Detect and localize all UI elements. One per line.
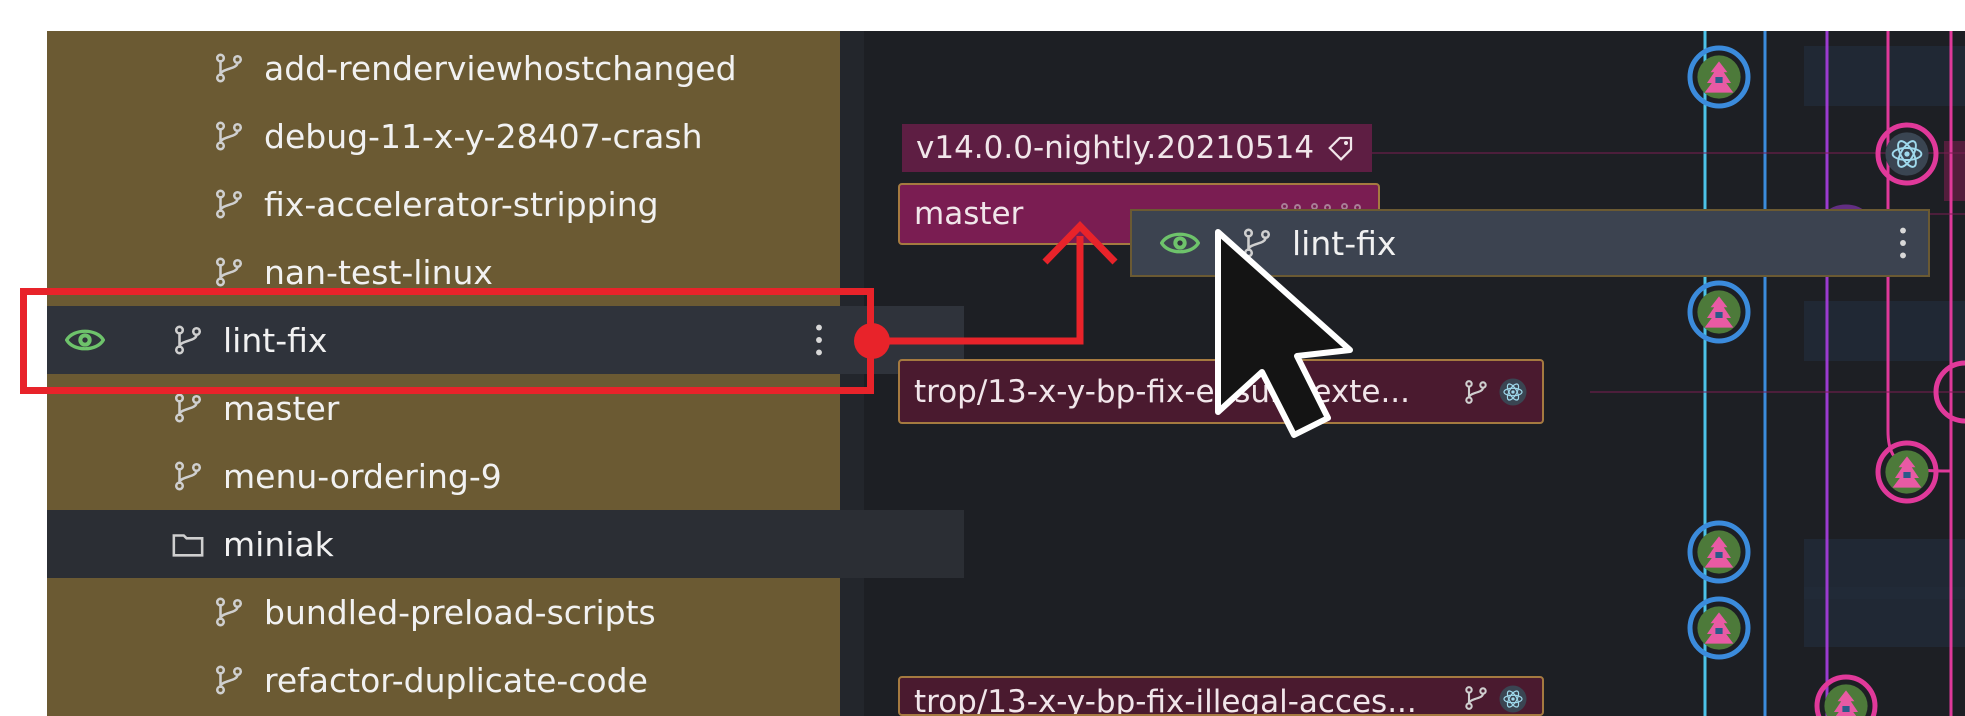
git-branch-icon: [1462, 684, 1490, 712]
sidebar-branch-item[interactable]: add-renderviewhostchanged: [47, 34, 1005, 102]
git-branch-icon: [1462, 378, 1490, 406]
kebab-menu-icon[interactable]: [1898, 226, 1908, 260]
tag-label-version[interactable]: v14.0.0-nightly.20210514: [902, 124, 1373, 172]
branch-label: debug-11-x-y-28407-crash: [264, 116, 703, 156]
sidebar-branch-item[interactable]: fix-accelerator-stripping: [47, 170, 1005, 238]
sidebar-branch-item[interactable]: menu-ordering-9: [47, 442, 964, 510]
git-branch-icon: [1240, 226, 1274, 260]
sidebar-branch-item[interactable]: bundled-preload-scripts: [47, 578, 1005, 646]
branch-label-trop2[interactable]: trop/13-x-y-bp-fix-illegal-acces...: [898, 676, 1544, 716]
branch-text: master: [914, 196, 1024, 232]
dragged-branch-card[interactable]: lint-fix: [1130, 209, 1930, 277]
git-branch-icon: [212, 51, 246, 85]
eye-icon: [1160, 226, 1200, 260]
git-branch-icon: [171, 459, 205, 493]
drag-card-label: lint-fix: [1292, 223, 1397, 263]
sidebar-branch-item[interactable]: debug-11-x-y-28407-crash: [47, 102, 1005, 170]
sidebar-folder-item[interactable]: miniak: [47, 510, 964, 578]
git-branch-icon: [171, 391, 205, 425]
electron-avatar-icon: [1498, 377, 1528, 407]
tag-text: v14.0.0-nightly.20210514: [916, 130, 1315, 166]
branch-label: master: [223, 388, 340, 428]
tag-icon: [1328, 136, 1353, 161]
electron-avatar-icon: [1498, 684, 1528, 714]
branch-label-trop1[interactable]: trop/13-x-y-bp-fix-ensure-exte...: [898, 359, 1544, 424]
sidebar-branch-item[interactable]: refactor-duplicate-code: [47, 646, 1005, 714]
branch-text: trop/13-x-y-bp-fix-illegal-acces...: [914, 684, 1417, 716]
git-branch-icon: [212, 119, 246, 153]
git-branch-icon: [212, 663, 246, 697]
branch-label: fix-accelerator-stripping: [264, 184, 659, 224]
branch-text: trop/13-x-y-bp-fix-ensure-exte...: [914, 373, 1411, 410]
folder-label: miniak: [223, 524, 334, 564]
highlight-box: [20, 288, 874, 394]
branch-label: refactor-duplicate-code: [264, 660, 648, 700]
folder-icon: [171, 527, 205, 561]
git-branch-icon: [212, 595, 246, 629]
branch-label: add-renderviewhostchanged: [264, 48, 737, 88]
branch-label: menu-ordering-9: [223, 456, 502, 496]
branch-label: bundled-preload-scripts: [264, 592, 656, 632]
branch-label: nan-test-linux: [264, 252, 493, 292]
git-branch-icon: [212, 187, 246, 221]
git-branch-icon: [212, 255, 246, 289]
